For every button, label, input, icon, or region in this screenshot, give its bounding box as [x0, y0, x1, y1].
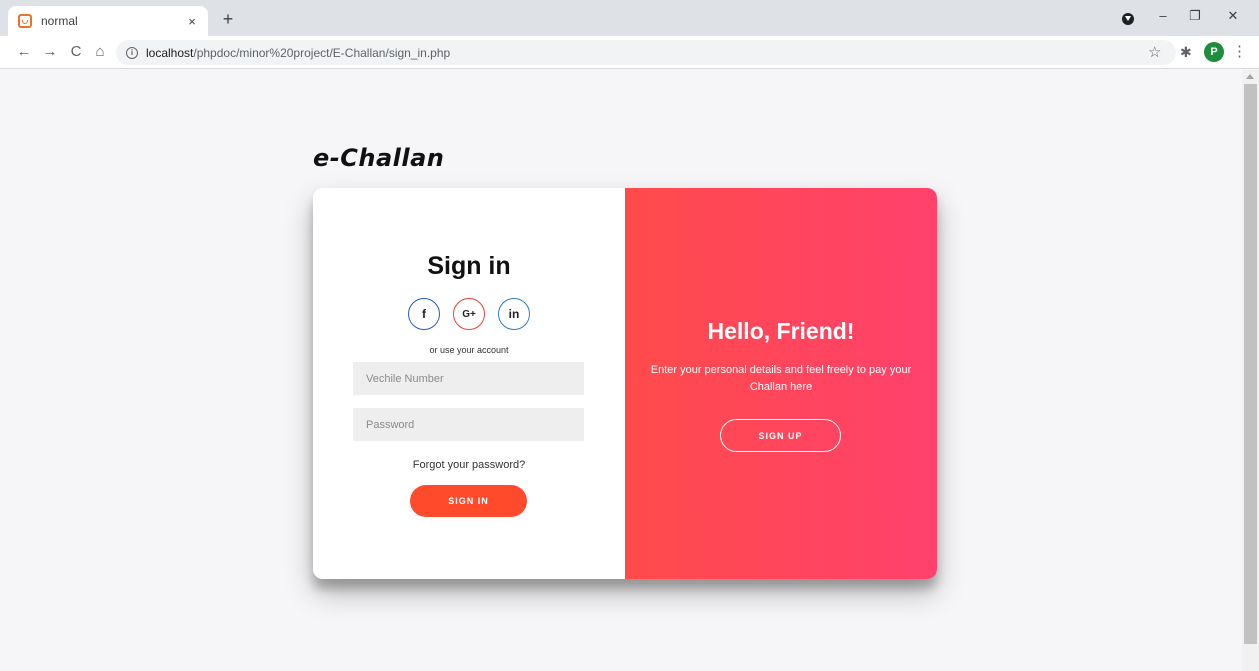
browser-menu-icon[interactable]: ⋮ — [1232, 42, 1247, 60]
url-path: /phpdoc/minor%20project/E-Challan/sign_i… — [193, 45, 451, 60]
url-host: localhost — [146, 45, 194, 60]
extensions-icon[interactable]: ✱ — [1180, 44, 1192, 61]
browser-tab[interactable]: normal × — [8, 6, 208, 36]
hello-title: Hello, Friend! — [707, 318, 855, 344]
bookmark-star-icon[interactable]: ☆ — [1148, 43, 1161, 61]
profile-avatar[interactable]: P — [1204, 42, 1224, 62]
social-buttons: f G+ in — [408, 298, 530, 330]
forward-icon[interactable]: → — [40, 42, 60, 62]
forgot-password-link[interactable]: Forgot your password? — [313, 459, 625, 471]
url-text: localhost/phpdoc/minor%20project/E-Chall… — [146, 46, 450, 60]
auth-card: Sign in f G+ in or use your account Forg… — [313, 188, 937, 579]
brand-title: e-Challan — [313, 144, 445, 172]
maximize-icon[interactable]: ❐ — [1185, 8, 1205, 24]
tab-close-icon[interactable]: × — [184, 14, 200, 29]
tab-title: normal — [41, 14, 78, 28]
home-icon[interactable]: ⌂ — [90, 42, 110, 62]
or-use-account-text: or use your account — [429, 345, 509, 355]
signin-panel: Sign in f G+ in or use your account Forg… — [313, 188, 625, 579]
linkedin-icon[interactable]: in — [498, 298, 530, 330]
scroll-up-icon[interactable] — [1246, 74, 1254, 79]
reload-icon[interactable]: C — [66, 42, 86, 62]
new-tab-button[interactable]: + — [218, 10, 238, 30]
hello-description: Enter your personal details and feel fre… — [650, 364, 912, 393]
signin-title: Sign in — [427, 252, 511, 280]
scroll-thumb[interactable] — [1244, 84, 1257, 644]
media-control-icon[interactable] — [1122, 13, 1134, 25]
window-close-icon[interactable]: ✕ — [1223, 8, 1243, 24]
overlay-panel: Hello, Friend! Enter your personal detai… — [625, 188, 937, 579]
password-input[interactable] — [353, 408, 584, 441]
browser-toolbar: ← → C ⌂ i localhost/phpdoc/minor%20proje… — [0, 36, 1259, 69]
vehicle-number-input[interactable] — [353, 362, 584, 395]
google-plus-icon[interactable]: G+ — [453, 298, 485, 330]
minimize-icon[interactable]: – — [1153, 8, 1173, 23]
address-bar[interactable]: i localhost/phpdoc/minor%20project/E-Cha… — [116, 40, 1176, 65]
site-info-icon[interactable]: i — [126, 46, 138, 59]
tab-strip: normal × + – ❐ ✕ — [0, 0, 1259, 36]
back-icon[interactable]: ← — [14, 42, 34, 62]
sign-up-button[interactable]: SIGN UP — [720, 419, 841, 452]
sign-in-button[interactable]: SIGN IN — [410, 485, 527, 517]
favicon-icon — [18, 14, 32, 28]
facebook-icon[interactable]: f — [408, 298, 440, 330]
page-scrollbar[interactable] — [1242, 70, 1259, 671]
